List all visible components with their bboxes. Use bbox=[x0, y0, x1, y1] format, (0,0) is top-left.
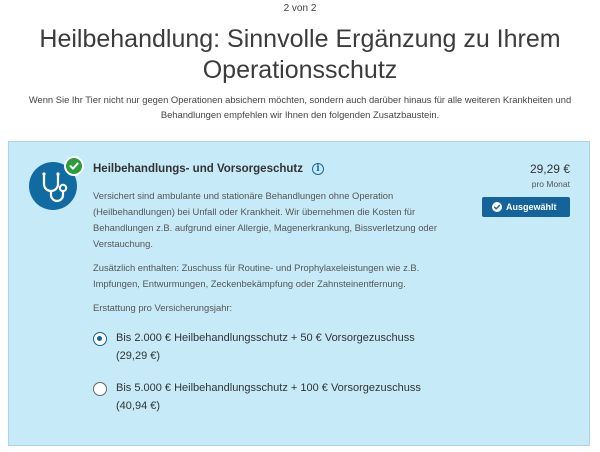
radio-button-selected[interactable] bbox=[93, 332, 107, 346]
info-icon[interactable]: i bbox=[312, 163, 324, 175]
product-price: 29,29 € bbox=[529, 162, 570, 176]
price-period: pro Monat bbox=[531, 179, 570, 189]
coverage-option-label: Bis 2.000 € Heilbehandlungsschutz + 50 €… bbox=[116, 332, 415, 362]
refund-label: Erstattung pro Versicherungsjahr: bbox=[93, 302, 233, 313]
coverage-option-label: Bis 5.000 € Heilbehandlungsschutz + 100 … bbox=[116, 382, 421, 412]
page-title: Heilbehandlung: Sinnvolle Ergänzung zu I… bbox=[39, 25, 561, 84]
product-description: Versichert sind ambulante und stationäre… bbox=[93, 190, 437, 249]
selected-check-icon bbox=[64, 156, 84, 176]
selected-button[interactable]: Ausgewählt bbox=[482, 197, 570, 217]
product-extra-info: Zusätzlich enthalten: Zuschuss für Routi… bbox=[93, 262, 420, 289]
intro-text: Wenn Sie Ihr Tier nicht nur gegen Operat… bbox=[28, 94, 572, 120]
check-circle-icon bbox=[492, 202, 502, 212]
step-indicator: 2 von 2 bbox=[283, 3, 317, 14]
selected-button-label: Ausgewählt bbox=[506, 202, 557, 212]
radio-button-unselected[interactable] bbox=[93, 382, 107, 396]
product-title: Heilbehandlungs- und Vorsorgeschutz bbox=[93, 163, 303, 175]
product-card[interactable]: Heilbehandlungs- und Vorsorgeschutz i 29… bbox=[8, 141, 590, 446]
